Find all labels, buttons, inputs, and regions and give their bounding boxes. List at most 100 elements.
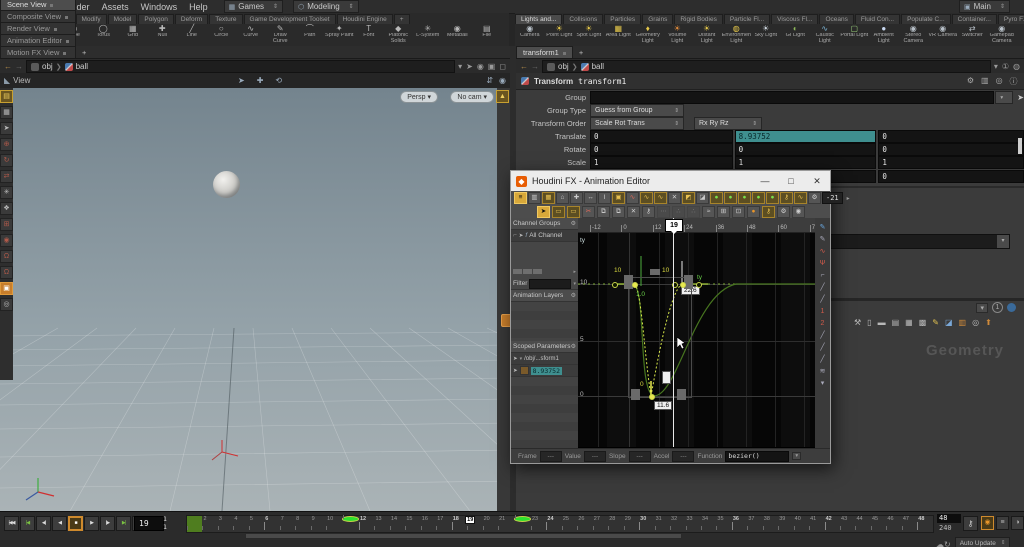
scoped-channel-item[interactable]: ➤ 8.93752	[511, 365, 578, 377]
timeline-frame[interactable]: 25	[562, 516, 577, 532]
pivot-gizmo[interactable]	[210, 440, 240, 466]
shelf-tab[interactable]: Viscous Fl...	[771, 14, 818, 24]
shelf-tool[interactable]: ⌒ Path	[295, 24, 325, 46]
anim-tool-icon[interactable]: Ι	[598, 192, 611, 204]
expand-arrow-icon[interactable]: ▸	[847, 195, 850, 202]
shelf-tab[interactable]: Game Development Toolset	[244, 14, 336, 24]
shelf-tool[interactable]: ◉ Gamepad Camera	[987, 24, 1017, 46]
graph-editor[interactable]: -120122436486072 19 ty 10 5 0	[578, 218, 815, 448]
value-field[interactable]: ---	[584, 451, 606, 462]
viewport-tool[interactable]: ▦	[0, 106, 13, 119]
keyframe[interactable]	[696, 282, 702, 288]
timeline-scrollbar[interactable]	[245, 533, 682, 539]
timeline-frame[interactable]: 15	[405, 516, 420, 532]
timeline-frame[interactable]: 4	[233, 516, 248, 532]
shelf-tab[interactable]: Pyro FX	[998, 14, 1024, 24]
timeline-frame[interactable]: 48	[917, 516, 932, 532]
shelf-tool[interactable]: ◍ Environment Light	[722, 24, 752, 46]
anim-tool-icon[interactable]: ▣	[612, 192, 625, 204]
transport-button[interactable]: ◀	[52, 516, 67, 531]
graph-ruler[interactable]: -120122436486072	[578, 218, 815, 233]
snapshot-icon[interactable]: ▲	[496, 90, 509, 103]
breadcrumb-node[interactable]: ball	[592, 62, 604, 71]
box-handle[interactable]	[631, 389, 640, 400]
anim-tool-icon[interactable]: ●	[752, 192, 765, 204]
sync-icon[interactable]	[1007, 303, 1016, 312]
drag-widget[interactable]	[662, 371, 671, 384]
group-select-arrow-icon[interactable]: ➤	[1017, 93, 1024, 102]
node-name-field[interactable]: transform1	[578, 77, 626, 86]
shelf-tool[interactable]: ✎ Draw Curve	[266, 24, 296, 46]
gear-icon[interactable]: ⚙	[571, 220, 576, 227]
anim-edit-icon[interactable]: ⊞	[717, 206, 730, 218]
channel-group-item[interactable]: ⌐➤ f All Channel	[511, 230, 578, 242]
playbar-toggle[interactable]: ≡	[996, 516, 1009, 530]
transport-button[interactable]: ■	[68, 516, 83, 531]
shelf-tool[interactable]: ∿ Curve	[236, 24, 266, 46]
slope-tool-icon[interactable]: Ψ	[820, 260, 826, 268]
link-badge[interactable]: 1	[992, 302, 1003, 313]
timeline-frame[interactable]: 34	[701, 516, 716, 532]
scoped-parameters-header[interactable]: Scoped Parameters⚙	[511, 341, 578, 353]
camera-selector[interactable]: No cam ▾	[450, 91, 494, 103]
param-header-icon[interactable]: ◎	[996, 76, 1003, 87]
anim-edit-icon[interactable]: ◉	[792, 206, 805, 218]
forward-button[interactable]: →	[531, 62, 539, 71]
shelf-tab[interactable]: Lights and...	[515, 14, 562, 24]
anim-tool-icon[interactable]: ◩	[682, 192, 695, 204]
frame-offset-field[interactable]: -21	[822, 192, 843, 204]
viewport-tool[interactable]: ✳	[0, 186, 13, 199]
network-tool-icon[interactable]: ▤	[892, 318, 900, 327]
slope-tool-icon[interactable]: ╱	[820, 332, 824, 340]
gear-icon[interactable]: ⚙	[571, 292, 576, 299]
viewport-header-icon[interactable]: ✚	[257, 76, 264, 85]
keyframe-selected[interactable]	[632, 282, 638, 288]
network-tool-icon[interactable]: ▦	[905, 318, 913, 327]
pin-icon[interactable]: ➤	[519, 233, 524, 239]
forward-button[interactable]: →	[15, 62, 23, 71]
timeline-frame[interactable]: 28	[608, 516, 623, 532]
anim-tool-icon[interactable]: ⚙	[808, 192, 821, 204]
box-handle[interactable]	[624, 275, 633, 289]
slope-tool-icon[interactable]: ▾	[821, 380, 825, 388]
frame-field[interactable]: ---	[540, 451, 562, 462]
viewport-tool[interactable]: ➤	[0, 122, 13, 135]
transport-button[interactable]: |▶	[100, 516, 115, 531]
group-dropdown[interactable]: ▾	[995, 91, 1013, 104]
network-tool-icon[interactable]: ▯	[867, 318, 871, 327]
timeline-frame[interactable]: 46	[886, 516, 901, 532]
shelf-tool[interactable]: ◉ VR Camera	[928, 24, 958, 46]
path-field[interactable]: obj ❯ ball	[26, 60, 455, 73]
anim-edit-icon[interactable]: ∴	[687, 206, 700, 218]
viewport-tool[interactable]: ❖	[0, 202, 13, 215]
shelf-tool[interactable]: ◆ Platonic Solids	[384, 24, 414, 46]
timeline-frame[interactable]: 9	[311, 516, 326, 532]
slope-tool-icon[interactable]: ╱	[820, 356, 824, 364]
pathbar-icon[interactable]: ▾	[458, 62, 462, 71]
pathbar-icon[interactable]: ▣	[488, 62, 496, 71]
playbar-toggle[interactable]: ◑	[1011, 516, 1024, 530]
shelf-tool[interactable]: T Font	[354, 24, 384, 46]
timeline-frame[interactable]: 27	[593, 516, 608, 532]
chevron-down-icon[interactable]: ▾	[573, 281, 576, 287]
slope-tool-icon[interactable]: ∿	[820, 248, 826, 256]
timeline-frame[interactable]: 2	[202, 516, 217, 532]
slope-tool-icon[interactable]: ╱	[820, 284, 824, 292]
view-label[interactable]: View	[10, 76, 30, 85]
pane-tab[interactable]: transform1	[516, 46, 573, 58]
shelf-tool[interactable]: ▢ Portal Light	[840, 24, 870, 46]
slope-tool-icon[interactable]: ✎	[820, 224, 826, 232]
channel-value[interactable]: 8.93752	[531, 367, 562, 375]
shelf-tool[interactable]: ✦ Spray Paint	[325, 24, 355, 46]
range-start-field[interactable]: 1	[163, 515, 167, 523]
slope-tool-icon[interactable]: ╱	[820, 344, 824, 352]
accel-field[interactable]: ---	[672, 451, 694, 462]
gear-icon[interactable]: ⚙	[571, 343, 576, 350]
back-button[interactable]: ←	[4, 62, 12, 71]
anim-tool-icon[interactable]: ∿	[626, 192, 639, 204]
shelf-tool[interactable]: ☀ Spot Light	[574, 24, 604, 46]
filter-input[interactable]	[529, 279, 571, 289]
transport-button[interactable]: ◀|	[36, 516, 51, 531]
modeling-dropdown[interactable]: ⬡ Modeling⇕	[293, 0, 359, 13]
breadcrumb-root[interactable]: obj	[558, 62, 569, 71]
